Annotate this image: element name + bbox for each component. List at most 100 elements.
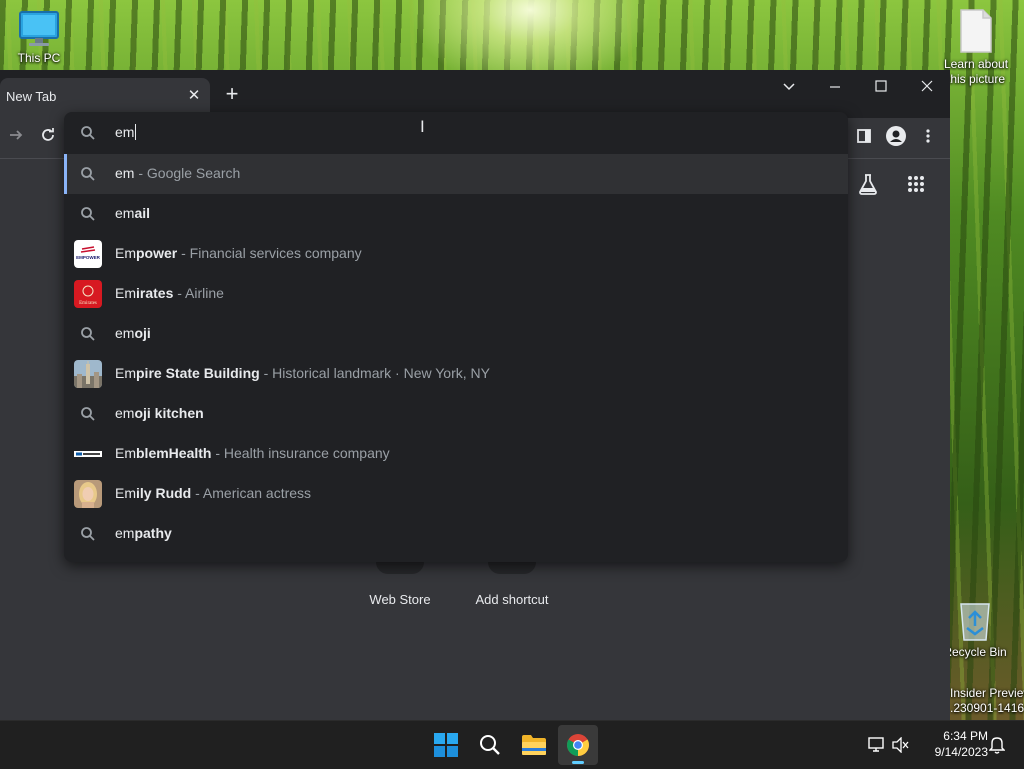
suggestion-text: Emily Rudd - American actress [115,485,311,501]
suggestion-description: - Airline [173,285,224,301]
suggestion-text: emoji kitchen [115,405,204,421]
taskbar: 6:34 PM 9/14/2023 [0,720,1024,769]
suggestion-match: em [115,325,135,341]
tab-strip: New Tab ✕ + [0,70,950,118]
desktop-icon-learn-about-picture[interactable]: Learn about this picture [940,8,1012,87]
search-taskbar-button[interactable] [470,725,510,765]
avatar-icon [886,126,906,146]
menu-button[interactable] [916,126,940,150]
mouse-cursor: I [420,117,425,136]
close-window-button[interactable] [904,74,950,102]
emirates-logo: Emirates [74,280,102,308]
omnibox-suggestion[interactable]: empathy [64,514,848,554]
notifications-button[interactable] [986,725,1008,765]
minimize-icon [830,86,840,88]
bell-icon [989,737,1005,754]
omnibox-dropdown: em I em - Google Search email EMPOWER Empow… [64,112,848,562]
new-tab-button[interactable]: + [222,83,242,105]
desktop-icon-label: This PC [17,51,61,65]
suggestion-completion: pire State Building [136,365,260,381]
suggestion-completion: irates [136,285,174,301]
add-shortcut-tile[interactable] [488,562,536,574]
search-icon [80,166,96,182]
close-tab-icon[interactable]: ✕ [186,88,202,104]
desktop-icon-label-line1: Learn about [943,57,1009,71]
omnibox-suggestion[interactable]: emoji kitchen [64,394,848,434]
empower-logo-text: EMPOWER [76,255,101,260]
labs-button[interactable] [854,173,882,201]
omnibox-suggestion[interactable]: Emily Rudd - American actress [64,474,848,514]
windows-logo-icon [434,733,458,757]
empower-logo: EMPOWER [74,240,102,268]
suggestion-completion: oji [134,325,151,341]
emblemhealth-logo [74,440,102,468]
omnibox-input[interactable]: em [115,124,137,140]
minimize-button[interactable] [812,74,858,102]
shortcut-web-store-label[interactable]: Web Store [345,592,455,607]
suggestion-description: - American actress [191,485,312,501]
windows-watermark: Insider Preview .230901-1416 [950,686,1024,716]
tab-title: New Tab [6,89,57,104]
suggestion-match: Em [115,285,136,301]
network-status-button[interactable] [866,725,888,765]
suggestion-match: Em [115,485,136,501]
suggestion-completion: ily Rudd [136,485,192,501]
omnibox-suggestion[interactable]: email [64,194,848,234]
suggestion-description: - Financial services company [177,245,362,261]
omnibox-suggestion[interactable]: Emirates Emirates - Airline [64,274,848,314]
apps-grid-icon [908,176,924,192]
emirates-logo-text: Emirates [79,301,97,306]
suggestion-completion: pathy [134,525,172,541]
more-vert-icon [926,129,930,143]
omnibox[interactable]: em I [64,112,848,154]
start-button[interactable] [426,725,466,765]
arrow-right-icon [10,130,23,140]
suggestion-text: Empire State Building - Historical landm… [115,365,490,381]
suggestion-text: empathy [115,525,172,541]
suggestion-text: Empower - Financial services company [115,245,362,261]
apps-button[interactable] [902,173,930,201]
desktop-icon-label: Recycle Bin [943,645,1007,659]
suggestion-text: emoji [115,325,151,341]
system-clock[interactable]: 6:34 PM 9/14/2023 [918,728,988,760]
close-icon [921,80,933,92]
empire-state-thumbnail [74,360,102,388]
suggestion-match: Em [115,245,136,261]
text-caret [135,124,137,140]
maximize-icon [875,80,887,92]
suggestion-match: Em [115,365,136,381]
emily-rudd-thumbnail [74,480,102,508]
search-icon [480,735,500,755]
omnibox-suggestion[interactable]: EMPOWER Empower - Financial services comp… [64,234,848,274]
omnibox-suggestion[interactable]: EmblemHealth - Health insurance company [64,434,848,474]
profile-button[interactable] [884,126,908,150]
suggestion-text: email [115,205,150,221]
maximize-button[interactable] [858,74,904,102]
omnibox-suggestion[interactable]: emoji [64,314,848,354]
omnibox-suggestion[interactable]: em - Google Search [64,154,848,194]
clock-date: 9/14/2023 [934,745,988,759]
suggestion-match: em [115,405,135,421]
desktop-icon-recycle-bin[interactable]: Recycle Bin [942,598,1008,660]
omnibox-suggestion[interactable]: Empire State Building - Historical landm… [64,354,848,394]
side-panel-button[interactable] [852,126,876,150]
forward-button[interactable] [4,126,28,150]
suggestion-list: em - Google Search email EMPOWER Empower - … [64,154,848,554]
search-icon [80,206,96,222]
chrome-taskbar-button[interactable] [558,725,598,765]
file-explorer-button[interactable] [514,725,554,765]
suggestion-completion: blemHealth [136,445,212,461]
suggestion-description: - Health insurance company [211,445,390,461]
reload-icon [42,128,54,141]
flask-icon [859,174,877,195]
volume-button[interactable] [890,725,912,765]
desktop-icon-this-pc[interactable]: This PC [8,10,70,66]
search-icon [80,406,96,422]
side-panel-icon [857,129,871,143]
suggestion-text: Emirates - Airline [115,285,224,301]
web-store-tile[interactable] [376,562,424,574]
tab-search-button[interactable] [766,74,812,102]
suggestion-description: - Historical landmark · New York, NY [259,365,490,381]
shortcut-add-label[interactable]: Add shortcut [457,592,567,607]
reload-button[interactable] [36,126,60,150]
